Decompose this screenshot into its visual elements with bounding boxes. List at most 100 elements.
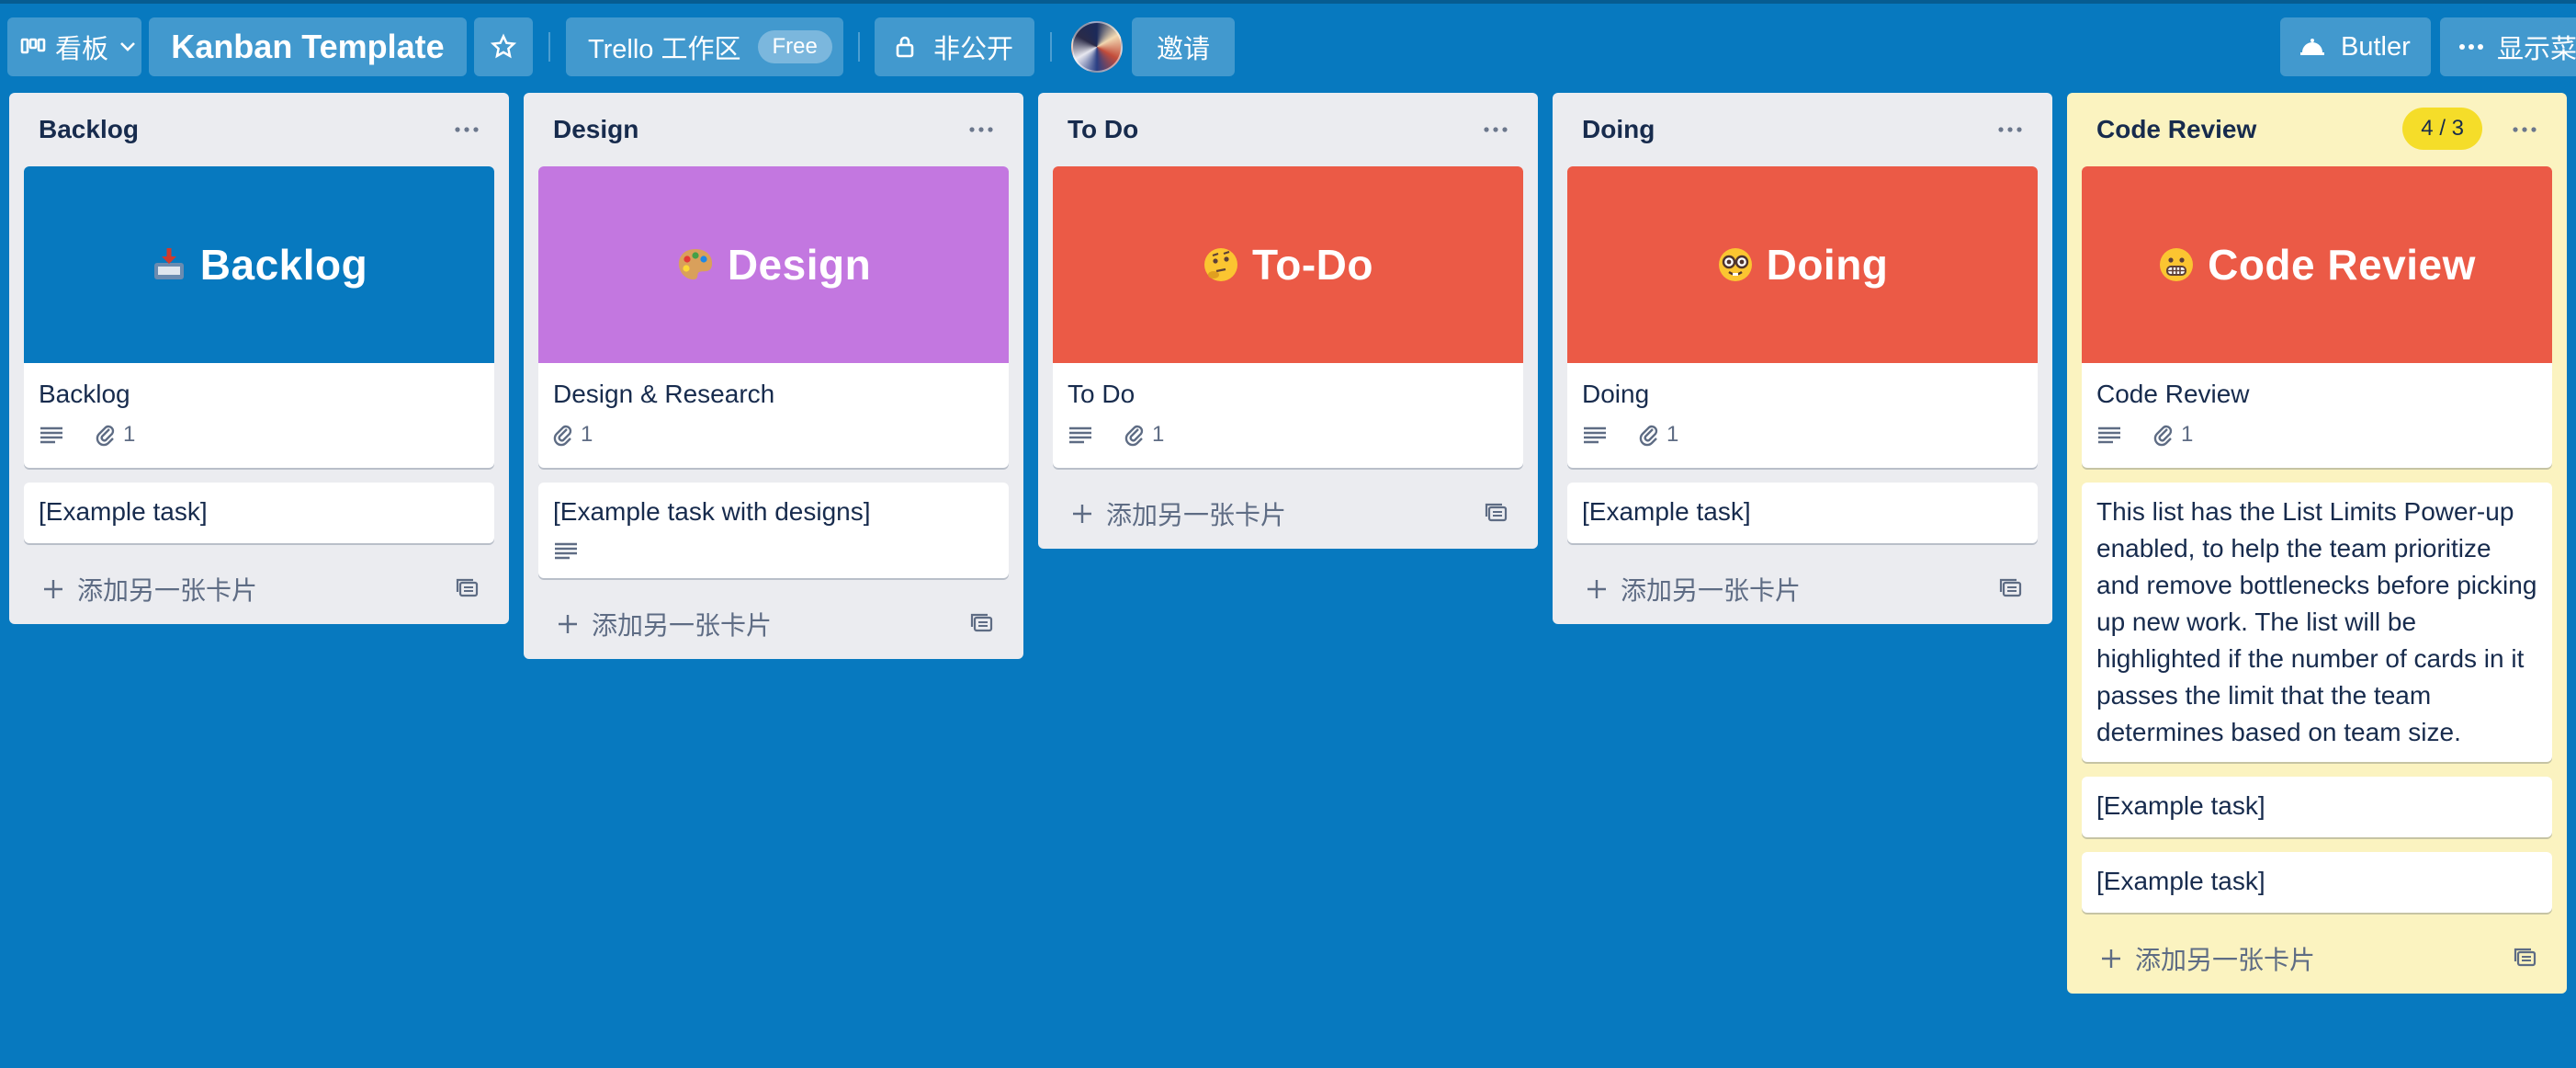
plus-icon [44, 580, 62, 598]
paperclip-icon [2153, 425, 2173, 447]
attachment-badge: 1 [1124, 422, 1164, 448]
list-menu-button[interactable] [1477, 111, 1514, 148]
cover-text: Doing [1766, 241, 1889, 289]
thinking-face-icon [1203, 246, 1239, 283]
add-card-label: 添加另一张卡片 [1106, 501, 1287, 529]
card-title: [Example task] [39, 497, 208, 526]
add-card-row: 添加另一张卡片 [2082, 920, 2552, 994]
attachment-badge: 1 [553, 422, 593, 448]
card-cover: Design [538, 166, 1009, 363]
show-menu-button[interactable]: 显示菜 [2440, 17, 2576, 76]
attachment-count: 1 [1152, 422, 1165, 447]
board-icon [20, 37, 48, 57]
card-template-icon[interactable] [2514, 946, 2537, 975]
invite-label: 邀请 [1156, 35, 1210, 64]
add-card-button[interactable]: 添加另一张卡片 [1071, 495, 1286, 532]
card-cover: Backlog [24, 166, 494, 363]
card[interactable]: Doing Doing 1 [1567, 166, 2038, 468]
lock-icon [895, 35, 915, 59]
butler-button[interactable]: Butler [2280, 17, 2431, 76]
list-header: Code Review 4 / 3 [2082, 93, 2552, 166]
add-card-row: 添加另一张卡片 [24, 551, 494, 624]
card[interactable]: To-Do To Do 1 [1053, 166, 1523, 468]
visibility-label: 非公开 [933, 35, 1014, 64]
more-dots-icon [2513, 127, 2536, 132]
cover-text: Code Review [2208, 241, 2476, 289]
card-title: [Example task with designs] [553, 497, 871, 526]
card[interactable]: [Example task] [2082, 777, 2552, 837]
list-limits-info-text: This list has the List Limits Power-up e… [2096, 497, 2537, 746]
list-menu-button[interactable] [963, 111, 1000, 148]
card[interactable]: Design Design & Research 1 [538, 166, 1009, 468]
list-title[interactable]: Backlog [39, 115, 139, 144]
list-menu-button[interactable] [448, 111, 485, 148]
add-card-label: 添加另一张卡片 [592, 611, 773, 640]
plus-icon [1073, 505, 1091, 523]
add-card-button[interactable]: 添加另一张卡片 [557, 606, 772, 642]
view-label: 看板 [55, 35, 109, 64]
list-title[interactable]: Design [553, 115, 638, 144]
divider [858, 32, 860, 62]
description-icon [2096, 424, 2130, 446]
chevron-down-icon [119, 41, 136, 52]
card[interactable]: [Example task with designs] [538, 483, 1009, 578]
visibility-button[interactable]: 非公开 [875, 17, 1034, 76]
list-title[interactable]: To Do [1068, 115, 1138, 144]
card-template-icon[interactable] [1485, 501, 1508, 530]
attachment-badge: 1 [2153, 422, 2193, 448]
cover-text: Design [727, 241, 872, 289]
list-menu-button[interactable] [1992, 111, 2028, 148]
list-title[interactable]: Doing [1582, 115, 1655, 144]
butler-label: Butler [2341, 31, 2411, 62]
inbox-tray-icon [151, 246, 187, 283]
add-card-row: 添加另一张卡片 [538, 585, 1009, 659]
card-template-icon[interactable] [1999, 576, 2023, 606]
board-title[interactable]: Kanban Template [149, 17, 467, 76]
workspace-button[interactable]: Trello 工作区 Free [566, 17, 843, 76]
list-menu-button[interactable] [2506, 111, 2543, 148]
list-header: Backlog [24, 93, 494, 166]
list-title[interactable]: Code Review [2096, 115, 2256, 144]
divider [1050, 32, 1052, 62]
card-template-icon[interactable] [970, 611, 994, 641]
card-badges [553, 532, 994, 569]
description-icon [1582, 424, 1615, 446]
card-badges: 1 [2096, 416, 2537, 453]
card[interactable]: Code Review Code Review 1 [2082, 166, 2552, 468]
attachment-count: 1 [2181, 422, 2194, 447]
description-icon [553, 540, 586, 562]
workspace-label: Trello 工作区 [588, 35, 741, 64]
card[interactable]: Backlog Backlog 1 [24, 166, 494, 468]
card[interactable]: [Example task] [2082, 852, 2552, 913]
card-template-icon[interactable] [456, 576, 480, 606]
nerd-face-icon [1717, 246, 1754, 283]
card-title: Code Review [2096, 380, 2250, 408]
list-code-review: Code Review 4 / 3 Code Review Code Revie… [2067, 93, 2567, 994]
grimacing-face-icon [2158, 246, 2195, 283]
list-backlog: Backlog Backlog Backlog 1 [Example task]… [9, 93, 509, 624]
member-avatar[interactable] [1071, 21, 1123, 73]
add-card-button[interactable]: 添加另一张卡片 [42, 571, 257, 608]
card[interactable]: This list has the List Limits Power-up e… [2082, 483, 2552, 762]
divider [548, 32, 550, 62]
card[interactable]: [Example task] [1567, 483, 2038, 543]
card-badges: 1 [39, 416, 480, 453]
plan-badge: Free [757, 30, 832, 63]
star-button[interactable] [474, 17, 533, 76]
board-title-text: Kanban Template [171, 28, 445, 65]
board-view-switcher[interactable]: 看板 [7, 17, 141, 76]
card-title: Design & Research [553, 380, 775, 408]
attachment-badge: 1 [1639, 422, 1678, 448]
card[interactable]: [Example task] [24, 483, 494, 543]
card-badges: 1 [553, 416, 994, 453]
more-dots-icon [969, 127, 993, 132]
plus-icon [559, 615, 577, 633]
add-card-button[interactable]: 添加另一张卡片 [1586, 571, 1801, 608]
attachment-badge: 1 [96, 422, 135, 448]
card-cover: Code Review [2082, 166, 2552, 363]
paperclip-icon [1639, 425, 1658, 447]
add-card-button[interactable]: 添加另一张卡片 [2100, 940, 2315, 977]
invite-button[interactable]: 邀请 [1132, 17, 1235, 76]
paperclip-icon [553, 425, 572, 447]
cover-text: To-Do [1252, 241, 1373, 289]
